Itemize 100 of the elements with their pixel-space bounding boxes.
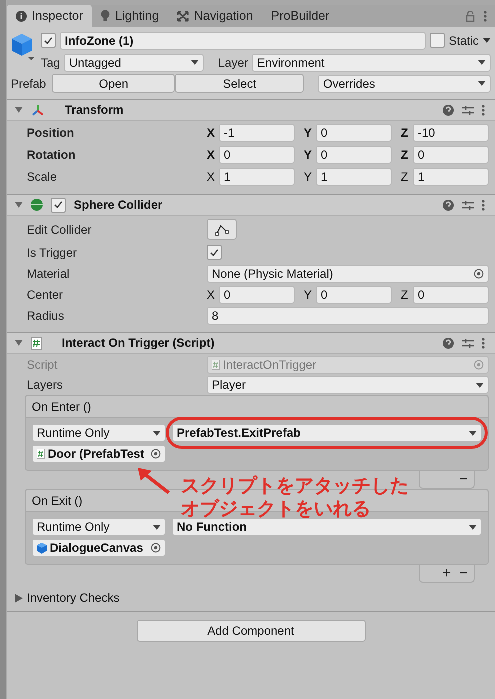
number-field[interactable]: 1 [219,168,295,186]
open-button[interactable]: Open [52,74,176,93]
property-label: Rotation [27,148,77,162]
number-field[interactable]: 1 [413,168,489,186]
sliders-icon[interactable] [462,338,474,348]
axis-label[interactable]: Y [304,288,313,302]
foldout-icon[interactable] [15,201,23,209]
panel-tab[interactable]: Lighting [92,5,168,27]
object-field[interactable]: None (Physic Material) [207,264,489,282]
function-dropdown[interactable]: No Function [172,518,482,536]
static-checkbox[interactable] [430,33,445,48]
edit-collider-button[interactable] [207,219,237,240]
foldout-icon[interactable] [15,339,23,347]
axis-label[interactable]: Y [304,170,313,184]
caret-icon [191,60,200,65]
caret-icon[interactable] [483,38,491,43]
target-object-field[interactable]: DialogueCanvas [32,539,166,557]
navigation-icon [177,10,190,22]
number-field[interactable]: 0 [316,286,392,304]
caret-icon [469,430,477,436]
layer-dropdown[interactable]: Environment [252,54,491,72]
annotation-arrow [136,466,172,496]
layers-dropdown[interactable]: Player [207,376,489,394]
number-field[interactable]: 1 [316,168,392,186]
target-object-field[interactable]: Door (PrefabTest [32,445,166,463]
annotation-text: スクリプトをアタッチした オブジェクトをいれる [181,475,409,521]
axis-label[interactable]: Y [304,148,313,162]
lock-icon[interactable] [466,10,475,22]
property-label: Radius [27,308,66,322]
property-label: Script [27,358,59,372]
object-name-field[interactable]: InfoZone (1) [60,32,426,50]
axis-label[interactable]: Z [401,148,410,162]
sliders-icon[interactable] [462,104,474,116]
number-field[interactable]: 0 [413,286,489,304]
function-dropdown[interactable]: PrefabTest.ExitPrefab [172,424,482,442]
checkbox[interactable] [207,245,222,260]
add-component-button[interactable]: Add Component [136,620,366,642]
select-button[interactable]: Select [175,74,304,93]
more-icon[interactable] [484,10,487,22]
check-icon [54,201,63,209]
number-field[interactable]: 0 [316,124,392,142]
number-field[interactable]: 0 [219,286,295,304]
axis-label[interactable]: Z [401,170,410,184]
foldout-icon[interactable] [15,106,23,114]
axis-label[interactable]: Z [401,126,410,140]
axis-label[interactable]: Y [304,126,313,140]
foldout-icon[interactable] [15,594,23,602]
static-label: Static [448,34,479,48]
number-field[interactable]: -1 [219,124,295,142]
target-icon[interactable] [151,543,161,553]
axis-label[interactable]: X [207,288,216,302]
sphere-icon [31,199,43,211]
target-icon[interactable] [151,449,161,459]
prefab-label: Prefab [11,76,46,90]
sliders-icon[interactable] [462,200,474,210]
axis-label[interactable]: X [207,170,216,184]
caret-icon [476,382,484,388]
enabled-checkbox[interactable] [51,198,66,212]
property-label: Position [27,126,76,140]
caret-icon [469,524,477,530]
property-label: Is Trigger [27,246,78,260]
script-icon [31,336,42,350]
component-title: Transform [65,103,124,117]
number-field[interactable]: -10 [413,124,489,142]
target-icon[interactable] [474,268,484,278]
help-icon[interactable] [443,104,454,116]
event-title: On Enter () [26,396,488,418]
list-edit-button[interactable]: + [442,565,452,582]
axis-label[interactable]: X [207,148,216,162]
panel-tab[interactable]: Inspector [7,5,92,27]
runtime-dropdown[interactable]: Runtime Only [32,518,166,536]
axis-label[interactable]: Z [401,288,410,302]
number-field[interactable]: 0 [219,146,295,164]
more-icon[interactable] [482,104,485,116]
panel-tab[interactable]: ProBuilder [262,5,339,27]
foldout-label[interactable]: Inventory Checks [27,591,120,605]
number-field[interactable]: 8 [207,306,489,324]
panel-tab[interactable]: Navigation [168,5,262,27]
component-title: Sphere Collider [74,198,163,212]
component-title: Interact On Trigger (Script) [62,336,215,350]
active-checkbox[interactable] [41,33,56,48]
help-icon[interactable] [443,200,454,210]
more-icon[interactable] [482,338,485,348]
cube-icon [37,542,47,554]
number-field[interactable]: 0 [316,146,392,164]
script-icon [37,449,45,459]
runtime-dropdown[interactable]: Runtime Only [32,424,166,442]
number-field[interactable]: 0 [413,146,489,164]
layer-label: Layer [218,56,248,70]
overrides-dropdown[interactable]: Overrides [318,74,491,92]
property-label: Material [27,266,71,280]
caret-icon [478,81,486,86]
list-edit-button[interactable]: − [459,471,468,488]
axis-label[interactable]: X [207,126,216,140]
tag-dropdown[interactable]: Untagged [64,54,204,72]
help-icon[interactable] [443,338,454,348]
property-label: Center [27,288,64,302]
list-edit-button[interactable]: − [459,565,468,582]
caret-icon [153,430,161,436]
more-icon[interactable] [482,200,485,210]
